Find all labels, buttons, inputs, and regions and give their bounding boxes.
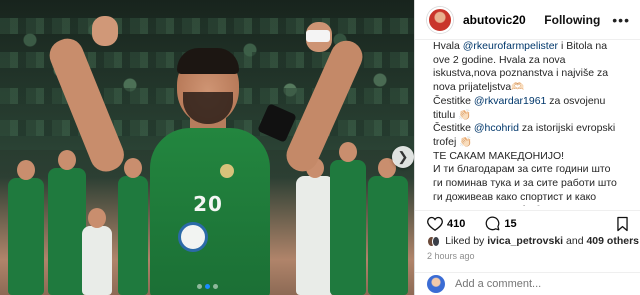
post-caption: Hvala @rkeurofarmpelister i Bitola na ove… (425, 40, 639, 206)
likes-count[interactable]: 410 (447, 218, 465, 230)
teammate (368, 176, 408, 295)
caption-line: Čestitke @hcohrid za istorijski evropski (433, 122, 635, 136)
teammate (8, 178, 44, 295)
caption-text-segment: titulu 👏🏻 (433, 108, 472, 121)
liked-by-user-link[interactable]: ivica_petrovski (487, 235, 563, 247)
caption-text-segment: nova prijateljstva🫶🏻 (433, 81, 525, 94)
more-horizontal-icon[interactable]: ••• (612, 12, 630, 28)
bookmark-icon[interactable] (616, 216, 629, 232)
liked-by-others-link[interactable]: 409 others (586, 235, 639, 247)
caption-line: titulu 👏🏻 (433, 109, 635, 123)
liked-by: Liked by ivica_petrovski and 409 others (427, 234, 639, 248)
caption-text-segment: Čestitke (433, 94, 474, 107)
chevron-right-icon[interactable]: ❯ (392, 146, 414, 168)
caption-line: nova prijateljstva🫶🏻 (433, 81, 635, 95)
caption-text-segment: za osvojenu (546, 94, 606, 107)
comments-count[interactable]: 15 (504, 218, 516, 230)
post-details-panel: abutovic20 Following ••• Hvala @rkeurofa… (414, 0, 640, 295)
caption-text-segment: Čestitke (433, 122, 474, 135)
carousel-dot (196, 284, 202, 289)
caption-line: trofej 👏🏻 (433, 136, 635, 150)
club-crest (220, 164, 234, 178)
teammate (48, 168, 86, 295)
caption-text-segment: za istorijski evropski (518, 122, 616, 135)
following-button[interactable]: Following (544, 13, 600, 27)
caption-text-segment: човек. Засекогаш ќе бидеш во моето (433, 204, 612, 206)
carousel-dot-active (204, 284, 210, 289)
mention-link[interactable]: @hcohrid (474, 122, 519, 134)
caption-text-segment: i Bitola na (558, 40, 608, 52)
caption-line: човек. Засекогаш ќе бидеш во моето (433, 204, 635, 206)
caption-text-segment: Hvala (433, 40, 463, 52)
mention-link[interactable]: @rkeurofarmpelister (463, 40, 558, 52)
avatar[interactable] (427, 6, 453, 33)
caption-line: ги доживеав како спортист и како (433, 191, 635, 205)
caption-line: ги поминав тука и за сите работи што (433, 177, 635, 191)
action-bar: 410 15 (415, 210, 640, 236)
post-header: abutovic20 Following ••• (415, 0, 640, 40)
caption-line: Hvala @rkeurofarmpelister i Bitola na (433, 40, 635, 54)
caption-text-segment: ги поминав тука и за сите работи што (433, 177, 617, 190)
caption-text-segment: iskustva,nova poznanstva i najviše za (433, 67, 609, 80)
caption-line: И ти благодарам за сите години што (433, 163, 635, 177)
post-timestamp[interactable]: 2 hours ago (427, 251, 475, 261)
username-link[interactable]: abutovic20 (463, 13, 526, 27)
teammate (330, 160, 366, 295)
teammate (296, 176, 334, 295)
caption-text-segment: ги доживеав како спортист и како (433, 190, 597, 203)
caption-text: Hvala @rkeurofarmpelister i Bitola na ove… (433, 40, 635, 206)
caption-line: ove 2 godine. Hvala za nova (433, 54, 635, 68)
carousel-dot (212, 284, 218, 289)
heart-icon[interactable] (427, 216, 443, 231)
caption-line: ТЕ САКАМ МАКЕДОНИЈО! (433, 150, 635, 164)
caption-text-segment: trofej 👏🏻 (433, 135, 473, 148)
avatar[interactable] (431, 235, 441, 247)
caption-text-segment: ТЕ САКАМ МАКЕДОНИЈО! (433, 149, 565, 162)
sponsor-logo (178, 222, 208, 252)
post-photo[interactable]: 20 ❯ (0, 0, 414, 295)
caption-line: iskustva,nova poznanstva i najviše za (433, 67, 635, 81)
mention-link[interactable]: @rkvardar1961 (474, 95, 547, 107)
caption-line: Čestitke @rkvardar1961 za osvojenu (433, 95, 635, 109)
comment-input[interactable] (455, 278, 615, 290)
carousel-dots (0, 284, 414, 289)
caption-text-segment: ove 2 godine. Hvala za nova (433, 53, 566, 66)
jersey-number: 20 (193, 192, 223, 216)
post-modal: 20 ❯ abutovic20 Following ••• Hvala @rke… (0, 0, 640, 295)
avatar (427, 275, 445, 293)
comment-bar (415, 272, 640, 295)
comment-icon[interactable] (485, 216, 500, 231)
caption-text-segment: И ти благодарам за сите години што (433, 163, 611, 176)
teammate (118, 176, 148, 295)
